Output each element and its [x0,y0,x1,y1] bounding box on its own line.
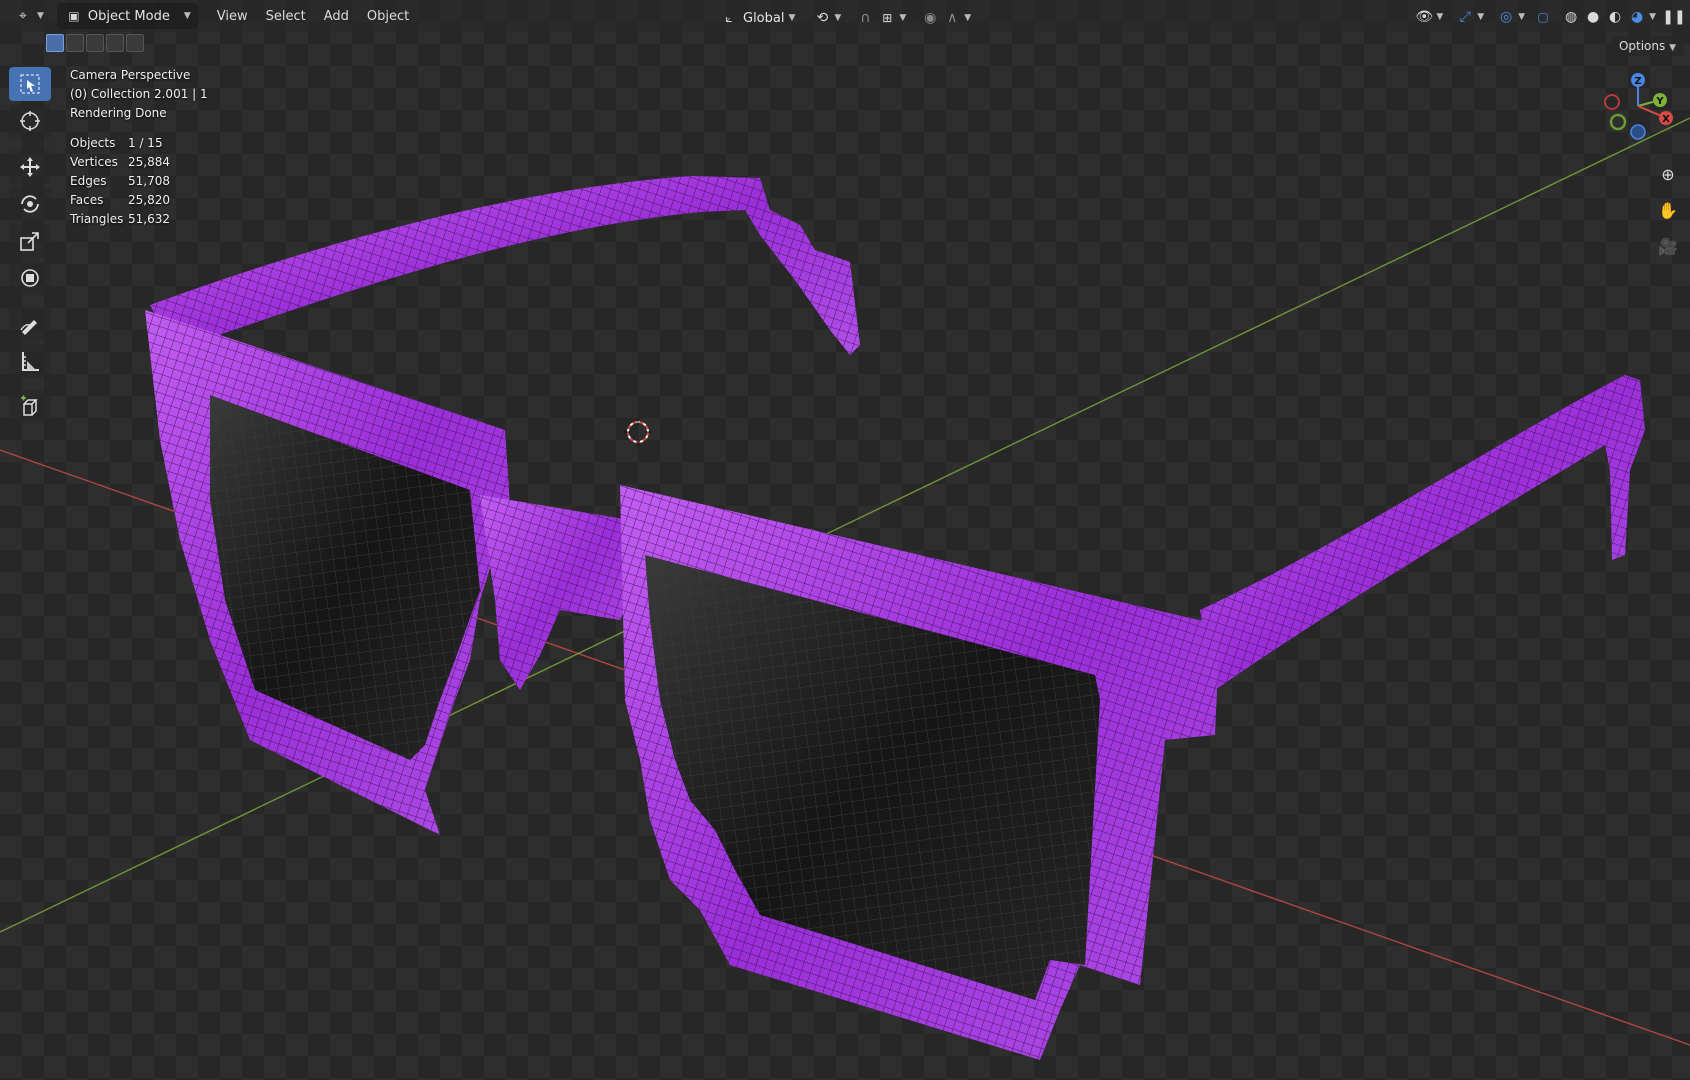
stats-row: Triangles 51,632 [70,212,170,226]
options-dropdown[interactable]: Options ▼ [1610,36,1684,56]
menu-add[interactable]: Add [315,6,358,27]
annotate-icon [20,320,37,335]
zoom-icon[interactable]: ⊕ [1654,160,1682,188]
proportional-edit-icon: ◉ [924,10,937,26]
pivot-icon: ⟲ [816,10,829,26]
orientation-icon: ⟀ [725,10,733,25]
gizmo-z-axis[interactable]: Z [1631,73,1645,87]
orientation-label: Global [743,10,785,26]
navigation-buttons: ⊕ ✋ 🎥 [1654,160,1682,260]
tool-cursor[interactable] [9,104,51,138]
mode-dropdown[interactable]: ▣ Object Mode ▼ [56,3,198,29]
select-invert-button[interactable] [106,34,124,52]
toolbar [9,67,51,424]
tool-rotate[interactable] [9,187,51,221]
rotate-icon [21,195,39,213]
move-icon [20,157,40,177]
scene [0,117,1690,1060]
render-status: Rendering Done [70,106,167,120]
select-mode-buttons [46,34,144,52]
scale-icon [20,232,39,251]
material-shading-icon[interactable]: ◐ [1605,7,1625,27]
select-subtract-button[interactable] [86,34,104,52]
stats-table: Objects 1 / 15 Vertices 25,884 Edges 51,708… [70,134,208,229]
stats-row: Faces 25,820 [70,193,170,207]
menu-select[interactable]: Select [257,6,315,27]
object-mode-icon: ▣ [68,9,80,23]
pan-hand-icon[interactable]: ✋ [1654,196,1682,224]
editor-type-button[interactable]: ⌖ ▼ [6,3,51,29]
pause-icon[interactable]: ❚❚ [1662,7,1685,27]
gizmo-x-axis[interactable]: X [1659,111,1673,125]
solid-shading-icon[interactable]: ● [1583,7,1603,27]
select-extend-button[interactable] [66,34,84,52]
select-new-button[interactable] [46,34,64,52]
menu-view[interactable]: View [208,6,257,27]
overlays-toggle[interactable]: ◎ ▼ [1492,5,1529,29]
tool-transform[interactable] [9,261,51,295]
stats-row: Objects 1 / 15 [70,136,163,150]
3d-viewport-icon: ⌖ [19,8,27,24]
xray-icon[interactable]: ▢ [1533,7,1553,27]
orientation-dropdown[interactable]: ⟀ Global ▼ [712,5,802,31]
falloff-icon: ∧ [947,10,958,26]
camera-view-icon[interactable]: 🎥 [1654,232,1682,260]
viewport-header: ⌖ ▼ ▣ Object Mode ▼ View Select Add Objec… [0,0,1690,32]
cursor-icon [20,111,40,131]
options-label: Options [1618,39,1666,53]
add-cube-icon [21,395,38,416]
snap-group[interactable]: ∩ ⊞ ▼ [851,6,910,30]
gizmo-y-axis[interactable]: Y [1653,93,1667,107]
viewport-info-overlay: Camera Perspective (0) Collection 2.001 … [70,66,208,229]
tool-select-box[interactable] [9,67,51,101]
menu-object[interactable]: Object [358,6,418,27]
3d-viewport[interactable]: ⌖ ▼ ▣ Object Mode ▼ View Select Add Objec… [0,0,1690,1080]
pivot-dropdown[interactable]: ⟲ ▼ [808,6,845,30]
tool-add-cube[interactable] [9,390,51,424]
tool-measure[interactable] [9,344,51,378]
snap-increment-icon: ⊞ [882,11,893,25]
gizmo-icon: ⤢ [1459,9,1471,25]
select-box-icon [20,74,40,94]
select-intersect-button[interactable] [126,34,144,52]
measure-icon [22,352,39,371]
svg-text:X: X [1662,114,1670,125]
tool-scale[interactable] [9,224,51,258]
stats-row: Vertices 25,884 [70,155,170,169]
eye-icon: 👁 [1415,9,1434,25]
3d-cursor[interactable] [624,418,652,446]
rendered-shading-icon[interactable]: ◕ [1627,7,1647,27]
transform-icon [21,269,39,287]
svg-text:Y: Y [1655,96,1664,107]
visibility-dropdown[interactable]: 👁 ▼ [1410,5,1447,29]
mode-label: Object Mode [87,8,170,24]
gizmo-toggle[interactable]: ⤢ ▼ [1451,5,1488,29]
tool-move[interactable] [9,150,51,184]
camera-label: Camera Perspective [70,68,191,82]
navigation-gizmo[interactable]: Z Y X [1596,70,1684,158]
stats-row: Edges 51,708 [70,174,170,188]
proportional-edit-group[interactable]: ◉ ∧ ▼ [916,6,975,30]
shading-modes: ◍ ● ◐ ◕ ▼ [1557,5,1660,29]
collection-label: (0) Collection 2.001 | 1 [70,87,208,101]
svg-text:Z: Z [1634,76,1641,87]
tool-annotate[interactable] [9,307,51,341]
wireframe-shading-icon[interactable]: ◍ [1561,7,1581,27]
magnet-icon: ∩ [860,10,871,26]
overlays-icon: ◎ [1500,9,1513,25]
